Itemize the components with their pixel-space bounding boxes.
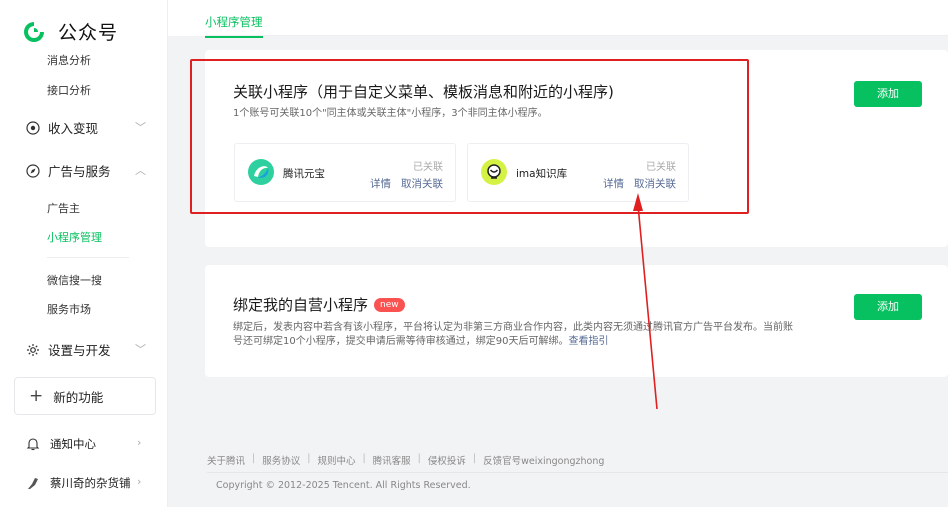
add-linked-mini-program-button[interactable]: 添加	[854, 81, 922, 107]
avatar	[28, 478, 38, 489]
new-features-label: 新的功能	[53, 389, 104, 405]
sidebar-item-wechat-search[interactable]: 微信搜一搜	[47, 272, 102, 288]
sidebar-group-income[interactable]: 收入变现	[26, 118, 98, 137]
mini-program-status: 已关联	[646, 162, 676, 173]
footer-link-service-agreement[interactable]: 服务协议	[262, 453, 300, 467]
bind-own-mini-program-title: 绑定我的自营小程序	[233, 296, 369, 314]
sidebar-item-service-market[interactable]: 服务市场	[47, 301, 91, 317]
new-features-button[interactable]: + 新的功能	[14, 377, 156, 415]
sidebar-item-mini-program-management[interactable]: 小程序管理	[47, 229, 102, 245]
footer-link-rules[interactable]: 规则中心	[317, 453, 355, 467]
tencent-yuanbao-icon	[247, 158, 275, 186]
mini-program-unlink-link[interactable]: 取消关联	[401, 176, 443, 191]
coin-icon	[26, 120, 40, 135]
mini-program-name: 腾讯元宝	[283, 168, 325, 180]
sidebar-group-ads-label: 广告与服务	[48, 164, 111, 179]
footer-divider	[207, 472, 948, 473]
footer-separator: |	[417, 453, 421, 464]
new-badge: new	[374, 298, 405, 312]
tab-bar: 小程序管理	[168, 0, 948, 38]
sidebar-group-income-label: 收入变现	[48, 121, 99, 136]
tab-divider	[205, 35, 948, 36]
gear-icon	[26, 343, 40, 357]
account-name-label: 蔡川奇的杂货铺	[50, 476, 131, 490]
sidebar-group-ads[interactable]: 广告与服务	[26, 161, 111, 180]
mini-program-actions: 详情 取消关联	[603, 176, 676, 191]
footer-link-feedback[interactable]: 反馈官号weixingongzhong	[483, 453, 604, 467]
mini-program-unlink-link[interactable]: 取消关联	[634, 176, 676, 191]
sidebar-item-account[interactable]: 蔡川奇的杂货铺	[26, 475, 131, 491]
bind-own-mini-program-desc: 绑定后，发表内容中若含有该小程序，平台将认定为非第三方商业合作内容，此类内容无须…	[233, 321, 803, 349]
logo-text: 公众号	[58, 22, 119, 44]
compass-icon	[26, 163, 40, 178]
sidebar-group-settings-label: 设置与开发	[48, 343, 111, 358]
plus-icon: +	[29, 385, 44, 406]
wechat-official-account-logo-icon	[23, 20, 45, 43]
mini-program-status: 已关联	[413, 162, 443, 173]
mini-program-actions: 详情 取消关联	[370, 176, 443, 191]
mini-program-card: 腾讯元宝 已关联 详情 取消关联	[234, 143, 456, 202]
chevron-down-icon[interactable]: ﹀	[135, 119, 146, 135]
sidebar: 公众号 消息分析 接口分析 收入变现 ﹀ 广告与服务 ︿ 广告主 小程序管理 微…	[0, 0, 168, 507]
mini-program-name: ima知识库	[516, 168, 568, 180]
footer-separator: |	[307, 453, 311, 464]
bell-icon	[26, 438, 40, 451]
add-own-mini-program-button[interactable]: 添加	[854, 294, 922, 320]
footer-link-about[interactable]: 关于腾讯	[207, 453, 245, 467]
chevron-up-icon[interactable]: ︿	[135, 162, 146, 178]
bind-desc-line2-row: 号还可绑定10个小程序，提交申请后需等待审核通过，绑定90天后可解绑。查看指引	[233, 335, 803, 349]
bind-own-mini-program-title-row: 绑定我的自营小程序 new	[233, 294, 405, 315]
sidebar-item-api-analysis[interactable]: 接口分析	[47, 82, 91, 98]
footer-separator: |	[472, 453, 477, 464]
footer-link-support[interactable]: 腾讯客服	[373, 453, 411, 467]
sidebar-item-message-analysis[interactable]: 消息分析	[47, 52, 91, 68]
view-guide-link[interactable]: 查看指引	[568, 336, 608, 347]
sidebar-item-notify-center[interactable]: 通知中心	[26, 436, 96, 452]
bind-desc-line2: 号还可绑定10个小程序，提交申请后需等待审核通过，绑定90天后可解绑。	[233, 336, 569, 347]
sidebar-item-advertiser[interactable]: 广告主	[47, 200, 80, 216]
notify-center-label: 通知中心	[50, 437, 96, 451]
chevron-right-icon[interactable]: ›	[137, 436, 141, 449]
logo[interactable]: 公众号	[22, 18, 118, 45]
footer-link-infringement[interactable]: 侵权投诉	[428, 453, 466, 467]
chevron-down-icon[interactable]: ﹀	[135, 341, 146, 357]
mini-program-detail-link[interactable]: 详情	[603, 176, 624, 191]
copyright: Copyright © 2012-2025 Tencent. All Right…	[216, 480, 471, 491]
sidebar-divider	[47, 257, 129, 258]
ima-knowledge-base-icon	[480, 158, 508, 186]
mini-program-card: ima知识库 已关联 详情 取消关联	[467, 143, 689, 202]
linked-mini-programs-desc: 1个账号可关联10个"同主体或关联主体"小程序，3个非同主体小程序。	[233, 108, 548, 119]
footer-separator: |	[362, 453, 366, 464]
sidebar-group-settings[interactable]: 设置与开发	[26, 340, 111, 359]
mini-program-detail-link[interactable]: 详情	[370, 176, 391, 191]
bind-desc-line1: 绑定后，发表内容中若含有该小程序，平台将认定为非第三方商业合作内容，此类内容无须…	[233, 322, 793, 333]
footer-separator: |	[252, 453, 256, 464]
linked-mini-programs-title: 关联小程序（用于自定义菜单、模板消息和附近的小程序)	[233, 83, 614, 101]
footer-links: 关于腾讯 | 服务协议 | 规则中心 | 腾讯客服 | 侵权投诉 | 反馈官号weixin…	[207, 453, 604, 467]
chevron-right-icon[interactable]: ›	[137, 475, 141, 488]
